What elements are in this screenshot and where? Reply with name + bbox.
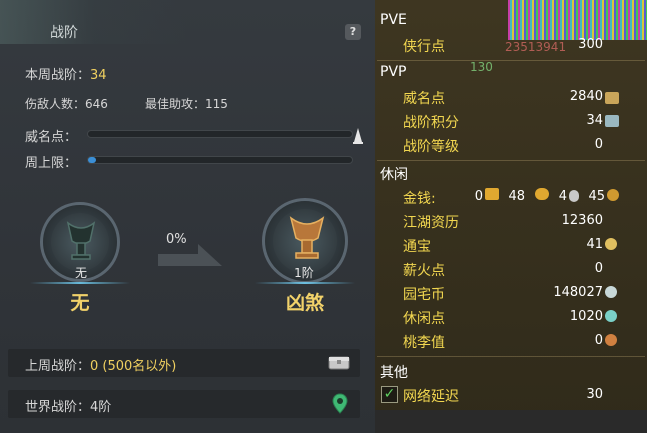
leisure-row-value: 41	[586, 237, 603, 252]
gold-ingot-icon	[485, 188, 499, 200]
prestige-label: 威名点：	[25, 130, 78, 145]
cap-bar-fill	[88, 157, 96, 163]
pvp-row-label: 战阶等级	[403, 139, 459, 155]
leisure-row-value: 148027	[553, 285, 603, 300]
peach-icon	[605, 334, 617, 346]
week-rank-row: 本周战阶：34	[25, 64, 107, 83]
leisure-row-label: 通宝	[403, 239, 431, 255]
bottom-strip	[375, 410, 647, 433]
money-copper: 4	[558, 189, 567, 204]
pvp-header: PVP	[380, 64, 407, 80]
pvp-row-value: 0	[594, 137, 603, 152]
world-rank-value: 4阶	[90, 400, 112, 415]
pvp-row-value: 34	[586, 113, 603, 128]
money-other: 45	[588, 189, 605, 204]
leisure-header: 休闲	[380, 167, 408, 183]
leisure-point-icon	[605, 310, 617, 322]
chest-icon[interactable]	[328, 354, 350, 370]
other-header: 其他	[380, 365, 408, 381]
pve-header: PVE	[380, 12, 407, 28]
prestige-bar	[87, 130, 353, 138]
progress-arrow-icon	[158, 244, 222, 266]
last-week-text: 上周战阶：0 (500名以外)	[25, 355, 176, 374]
week-rank-label: 本周战阶：	[25, 68, 91, 83]
leisure-row-label: 园宅币	[403, 287, 445, 303]
last-week-value: 0 (500名以外)	[90, 359, 177, 374]
current-medal-icon	[66, 221, 96, 260]
map-pin-icon[interactable]	[332, 393, 348, 415]
leisure-row-value: 0	[594, 261, 603, 276]
assist-value: 115	[205, 97, 228, 111]
next-medal-name: 凶煞	[285, 292, 324, 314]
silver-ingot-icon	[535, 188, 549, 200]
pvp-row-label: 战阶积分	[403, 115, 459, 131]
world-rank-label: 世界战阶：	[25, 400, 91, 415]
kills-label: 伤敌人数：	[25, 97, 86, 111]
current-medal-glow	[30, 282, 130, 284]
money-label: 金钱:	[403, 191, 436, 207]
current-medal-name: 无	[70, 292, 90, 314]
latency-checkbox[interactable]: ✓	[381, 386, 398, 403]
background-130: 130	[470, 60, 493, 74]
home-coin-icon	[605, 286, 617, 298]
leisure-row-label: 江湖资历	[403, 215, 459, 231]
next-medal-small-label: 1阶	[294, 266, 314, 280]
coin-icon	[607, 189, 619, 201]
stats-panel: 23513941 130 PVE 侠行点 300 PVP 威名点 2840 战阶…	[375, 0, 647, 433]
assist-row: 最佳助攻：115	[145, 95, 228, 112]
background-glitch	[508, 0, 647, 40]
pve-row-value: 300	[578, 37, 603, 52]
latency-value: 30	[586, 387, 603, 402]
leisure-row-value: 12360	[561, 213, 603, 228]
pvp-row-value: 2840	[569, 89, 603, 104]
tongbao-icon	[605, 238, 617, 250]
leisure-row-label: 薪火点	[403, 263, 445, 279]
pvp-row-label: 威名点	[403, 91, 445, 107]
last-week-label: 上周战阶：	[25, 359, 91, 374]
rank-score-icon	[605, 115, 619, 127]
assist-label: 最佳助攻：	[145, 97, 206, 111]
leisure-row-label: 休闲点	[403, 311, 445, 327]
money-silver: 48	[508, 189, 525, 204]
leisure-row-value: 1020	[569, 309, 603, 324]
week-rank-value: 34	[90, 68, 107, 83]
battle-rank-panel: 战阶 ? 本周战阶：34 伤敌人数：646 最佳助攻：115 威名点： 周上限：	[0, 0, 375, 433]
prestige-marker-icon	[353, 128, 363, 144]
copper-icon	[569, 190, 579, 202]
help-button[interactable]: ?	[345, 24, 361, 40]
leisure-row-label: 桃李值	[403, 335, 445, 351]
cap-label: 周上限：	[25, 156, 78, 171]
latency-label: 网络延迟	[403, 389, 459, 405]
current-medal-small-label: 无	[74, 266, 87, 280]
world-rank-text: 世界战阶：4阶	[25, 396, 111, 415]
next-medal-icon	[289, 216, 325, 259]
leisure-row-value: 0	[594, 333, 603, 348]
prestige-icon	[605, 92, 619, 104]
cap-bar	[87, 156, 353, 164]
pve-row-label: 侠行点	[403, 39, 445, 55]
panel-title: 战阶	[50, 25, 78, 41]
money-gold: 0	[474, 189, 483, 204]
kills-value: 646	[85, 97, 108, 111]
kills-row: 伤敌人数：646	[25, 95, 108, 112]
next-medal-glow	[255, 282, 355, 284]
